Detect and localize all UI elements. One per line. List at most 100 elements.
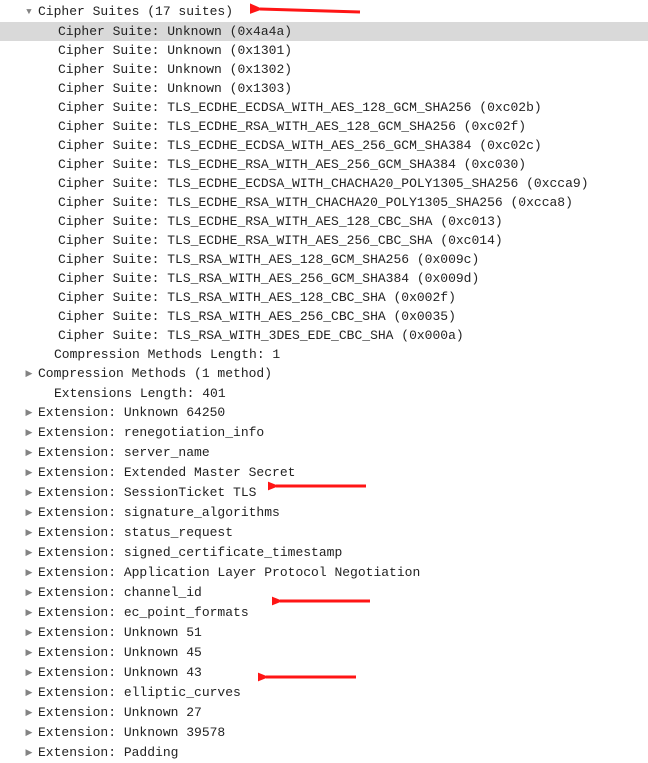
chevron-right-icon[interactable] bbox=[24, 464, 34, 483]
extension-item[interactable]: Extension: channel_id bbox=[0, 583, 648, 603]
cipher-suite-value: Unknown (0x1303) bbox=[167, 81, 292, 96]
cipher-suite-prefix: Cipher Suite: bbox=[58, 100, 159, 115]
cipher-suite-item[interactable]: Cipher Suite: Unknown (0x1303) bbox=[0, 79, 648, 98]
cipher-suite-prefix: Cipher Suite: bbox=[58, 62, 159, 77]
extension-item[interactable]: Extension: Application Layer Protocol Ne… bbox=[0, 563, 648, 583]
chevron-right-icon[interactable] bbox=[24, 604, 34, 623]
chevron-right-icon[interactable] bbox=[24, 504, 34, 523]
cipher-suite-value: TLS_RSA_WITH_3DES_EDE_CBC_SHA (0x000a) bbox=[167, 328, 463, 343]
chevron-right-icon[interactable] bbox=[24, 484, 34, 503]
extension-item[interactable]: Extension: Unknown 64250 bbox=[0, 403, 648, 423]
extension-text: Extension: SessionTicket TLS bbox=[38, 485, 256, 500]
cipher-suite-prefix: Cipher Suite: bbox=[58, 138, 159, 153]
compression-length-text: Compression Methods Length: 1 bbox=[54, 347, 280, 362]
compression-methods[interactable]: Compression Methods (1 method) bbox=[0, 364, 648, 384]
cipher-suite-value: TLS_ECDHE_ECDSA_WITH_AES_256_GCM_SHA384 … bbox=[167, 138, 541, 153]
chevron-right-icon[interactable] bbox=[24, 644, 34, 663]
extension-item[interactable]: Extension: Unknown 45 bbox=[0, 643, 648, 663]
cipher-suite-value: TLS_ECDHE_RSA_WITH_AES_128_GCM_SHA256 (0… bbox=[167, 119, 526, 134]
cipher-suite-value: TLS_ECDHE_ECDSA_WITH_CHACHA20_POLY1305_S… bbox=[167, 176, 588, 191]
cipher-suite-value: Unknown (0x1301) bbox=[167, 43, 292, 58]
extension-item[interactable]: Extension: Unknown 43 bbox=[0, 663, 648, 683]
cipher-suite-prefix: Cipher Suite: bbox=[58, 290, 159, 305]
extension-text: Extension: Application Layer Protocol Ne… bbox=[38, 565, 420, 580]
chevron-down-icon[interactable] bbox=[24, 3, 34, 22]
cipher-suite-item[interactable]: Cipher Suite: TLS_ECDHE_RSA_WITH_CHACHA2… bbox=[0, 193, 648, 212]
cipher-suites-header[interactable]: Cipher Suites (17 suites) bbox=[0, 2, 648, 22]
cipher-suite-prefix: Cipher Suite: bbox=[58, 24, 159, 39]
cipher-suite-value: TLS_RSA_WITH_AES_256_GCM_SHA384 (0x009d) bbox=[167, 271, 479, 286]
chevron-right-icon[interactable] bbox=[24, 704, 34, 723]
extension-text: Extension: signed_certificate_timestamp bbox=[38, 545, 342, 560]
cipher-suite-prefix: Cipher Suite: bbox=[58, 271, 159, 286]
extension-item[interactable]: Extension: signature_algorithms bbox=[0, 503, 648, 523]
cipher-suite-prefix: Cipher Suite: bbox=[58, 43, 159, 58]
extension-text: Extension: renegotiation_info bbox=[38, 425, 264, 440]
cipher-suite-item[interactable]: Cipher Suite: TLS_ECDHE_ECDSA_WITH_AES_2… bbox=[0, 136, 648, 155]
extension-item[interactable]: Extension: signed_certificate_timestamp bbox=[0, 543, 648, 563]
cipher-suite-item[interactable]: Cipher Suite: Unknown (0x1301) bbox=[0, 41, 648, 60]
extension-item[interactable]: Extension: status_request bbox=[0, 523, 648, 543]
chevron-right-icon[interactable] bbox=[24, 424, 34, 443]
extensions-length-text: Extensions Length: 401 bbox=[54, 386, 226, 401]
cipher-suite-item[interactable]: Cipher Suite: Unknown (0x4a4a) bbox=[0, 22, 648, 41]
cipher-suite-item[interactable]: Cipher Suite: TLS_RSA_WITH_AES_128_CBC_S… bbox=[0, 288, 648, 307]
extension-text: Extension: Unknown 51 bbox=[38, 625, 202, 640]
extension-item[interactable]: Extension: Unknown 27 bbox=[0, 703, 648, 723]
cipher-suite-item[interactable]: Cipher Suite: Unknown (0x1302) bbox=[0, 60, 648, 79]
extension-item[interactable]: Extension: Unknown 39578 bbox=[0, 723, 648, 743]
cipher-suite-item[interactable]: Cipher Suite: TLS_RSA_WITH_3DES_EDE_CBC_… bbox=[0, 326, 648, 345]
extension-item[interactable]: Extension: Unknown 51 bbox=[0, 623, 648, 643]
extension-text: Extension: Unknown 27 bbox=[38, 705, 202, 720]
extension-item[interactable]: Extension: Extended Master Secret bbox=[0, 463, 648, 483]
cipher-suites-label: Cipher Suites (17 suites) bbox=[38, 4, 233, 19]
extension-item[interactable]: Extension: server_name bbox=[0, 443, 648, 463]
cipher-suite-value: TLS_ECDHE_RSA_WITH_AES_256_GCM_SHA384 (0… bbox=[167, 157, 526, 172]
compression-length[interactable]: Compression Methods Length: 1 bbox=[0, 345, 648, 364]
extension-item[interactable]: Extension: SessionTicket TLS bbox=[0, 483, 648, 503]
chevron-right-icon[interactable] bbox=[24, 624, 34, 643]
chevron-right-icon[interactable] bbox=[24, 404, 34, 423]
extension-text: Extension: Unknown 39578 bbox=[38, 725, 225, 740]
cipher-suite-prefix: Cipher Suite: bbox=[58, 233, 159, 248]
chevron-right-icon[interactable] bbox=[24, 744, 34, 763]
extension-text: Extension: Extended Master Secret bbox=[38, 465, 295, 480]
cipher-suite-prefix: Cipher Suite: bbox=[58, 252, 159, 267]
cipher-suite-prefix: Cipher Suite: bbox=[58, 157, 159, 172]
cipher-suite-value: TLS_ECDHE_RSA_WITH_AES_256_CBC_SHA (0xc0… bbox=[167, 233, 502, 248]
extension-item[interactable]: Extension: renegotiation_info bbox=[0, 423, 648, 443]
cipher-suite-item[interactable]: Cipher Suite: TLS_RSA_WITH_AES_128_GCM_S… bbox=[0, 250, 648, 269]
cipher-suite-item[interactable]: Cipher Suite: TLS_RSA_WITH_AES_256_GCM_S… bbox=[0, 269, 648, 288]
chevron-right-icon[interactable] bbox=[24, 584, 34, 603]
cipher-suite-item[interactable]: Cipher Suite: TLS_ECDHE_ECDSA_WITH_CHACH… bbox=[0, 174, 648, 193]
extension-item[interactable]: Extension: elliptic_curves bbox=[0, 683, 648, 703]
extension-text: Extension: status_request bbox=[38, 525, 233, 540]
extensions-length[interactable]: Extensions Length: 401 bbox=[0, 384, 648, 403]
cipher-suite-item[interactable]: Cipher Suite: TLS_ECDHE_RSA_WITH_AES_128… bbox=[0, 117, 648, 136]
cipher-suite-item[interactable]: Cipher Suite: TLS_ECDHE_ECDSA_WITH_AES_1… bbox=[0, 98, 648, 117]
cipher-suite-prefix: Cipher Suite: bbox=[58, 214, 159, 229]
cipher-suite-value: TLS_RSA_WITH_AES_128_CBC_SHA (0x002f) bbox=[167, 290, 456, 305]
extension-text: Extension: Padding bbox=[38, 745, 178, 760]
extension-text: Extension: ec_point_formats bbox=[38, 605, 249, 620]
chevron-right-icon[interactable] bbox=[24, 365, 34, 384]
compression-methods-text: Compression Methods (1 method) bbox=[38, 366, 272, 381]
chevron-right-icon[interactable] bbox=[24, 564, 34, 583]
chevron-right-icon[interactable] bbox=[24, 544, 34, 563]
cipher-suite-item[interactable]: Cipher Suite: TLS_ECDHE_RSA_WITH_AES_256… bbox=[0, 155, 648, 174]
extension-item[interactable]: Extension: ec_point_formats bbox=[0, 603, 648, 623]
cipher-suite-value: TLS_RSA_WITH_AES_256_CBC_SHA (0x0035) bbox=[167, 309, 456, 324]
cipher-suite-value: TLS_RSA_WITH_AES_128_GCM_SHA256 (0x009c) bbox=[167, 252, 479, 267]
extension-item[interactable]: Extension: Padding bbox=[0, 743, 648, 763]
cipher-suite-prefix: Cipher Suite: bbox=[58, 119, 159, 134]
cipher-suite-value: TLS_ECDHE_RSA_WITH_CHACHA20_POLY1305_SHA… bbox=[167, 195, 573, 210]
cipher-suite-item[interactable]: Cipher Suite: TLS_RSA_WITH_AES_256_CBC_S… bbox=[0, 307, 648, 326]
chevron-right-icon[interactable] bbox=[24, 524, 34, 543]
chevron-right-icon[interactable] bbox=[24, 664, 34, 683]
cipher-suite-value: TLS_ECDHE_RSA_WITH_AES_128_CBC_SHA (0xc0… bbox=[167, 214, 502, 229]
chevron-right-icon[interactable] bbox=[24, 724, 34, 743]
cipher-suite-item[interactable]: Cipher Suite: TLS_ECDHE_RSA_WITH_AES_128… bbox=[0, 212, 648, 231]
chevron-right-icon[interactable] bbox=[24, 684, 34, 703]
cipher-suite-item[interactable]: Cipher Suite: TLS_ECDHE_RSA_WITH_AES_256… bbox=[0, 231, 648, 250]
chevron-right-icon[interactable] bbox=[24, 444, 34, 463]
